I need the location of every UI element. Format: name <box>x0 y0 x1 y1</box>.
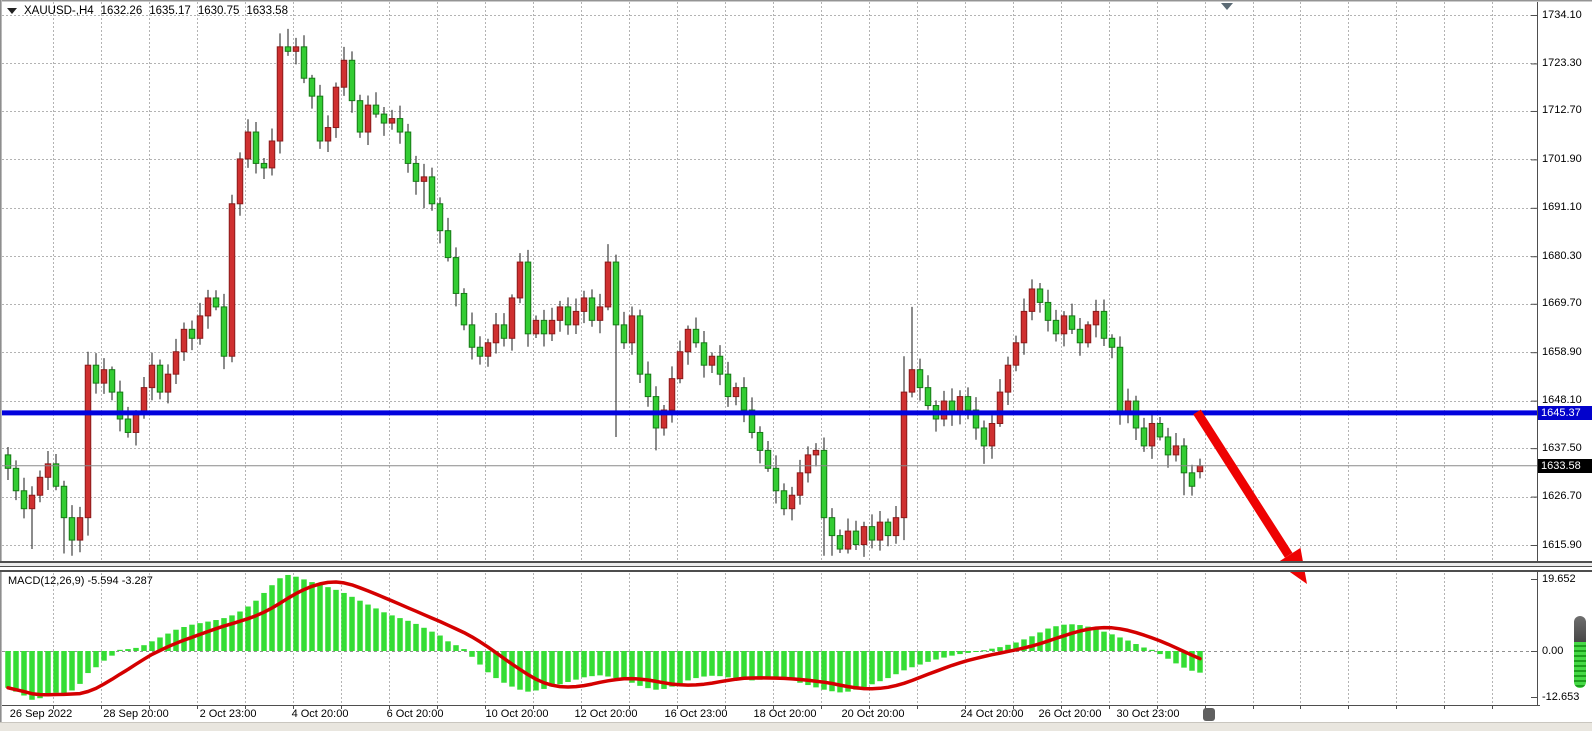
macd-axis-label: 19.652 <box>1542 573 1576 586</box>
price-axis-label: 1658.90 <box>1542 346 1582 359</box>
low-value: 1630.75 <box>198 5 240 17</box>
date-axis-label: 6 Oct 20:00 <box>370 708 460 721</box>
price-axis-label: 1723.30 <box>1542 57 1582 70</box>
date-axis-label: 24 Oct 20:00 <box>947 708 1037 721</box>
price-axis-label: 1637.50 <box>1542 442 1582 455</box>
current-price-tag: 1633.58 <box>1538 459 1592 473</box>
date-axis-label: 4 Oct 20:00 <box>275 708 365 721</box>
symbol-timeframe-label: XAUUSD-,H4 <box>24 5 94 17</box>
date-axis-label: 26 Oct 20:00 <box>1025 708 1115 721</box>
price-axis-label: 1712.70 <box>1542 104 1582 117</box>
price-axis-label: 1680.30 <box>1542 250 1582 263</box>
date-axis-label: 30 Oct 23:00 <box>1103 708 1193 721</box>
scrollbar-thumb-cap <box>1574 616 1586 642</box>
panel-splitter[interactable] <box>0 561 1592 572</box>
open-value: 1632.26 <box>101 5 143 17</box>
price-axis-label: 1669.70 <box>1542 297 1582 310</box>
window-top-edge <box>0 0 1592 2</box>
window-left-edge <box>0 0 2 722</box>
price-axis-label: 1626.70 <box>1542 490 1582 503</box>
high-value: 1635.17 <box>149 5 191 17</box>
horizontal-scrollbar-thumb[interactable] <box>1203 708 1215 721</box>
macd-indicator-label: MACD(12,26,9) -5.594 -3.287 <box>8 575 153 587</box>
close-value: 1633.58 <box>246 5 288 17</box>
date-axis-label: 28 Sep 20:00 <box>91 708 181 721</box>
date-axis-label: 10 Oct 20:00 <box>472 708 562 721</box>
symbol-dropdown-icon <box>7 8 17 14</box>
price-axis-label: 1615.90 <box>1542 539 1582 552</box>
macd-axis-label: 0.00 <box>1542 645 1563 658</box>
date-axis-label: 12 Oct 20:00 <box>561 708 651 721</box>
price-axis-label: 1701.90 <box>1542 153 1582 166</box>
hline-price-tag: 1645.37 <box>1538 406 1592 420</box>
scrollbar-thumb-grip <box>1574 642 1586 688</box>
date-axis-label: 20 Oct 20:00 <box>828 708 918 721</box>
panel-splitter-groove <box>0 566 1592 572</box>
vertical-scrollbar-thumb[interactable] <box>1574 616 1586 688</box>
price-axis-label: 1691.10 <box>1542 201 1582 214</box>
macd-axis-label: -12.653 <box>1542 691 1579 704</box>
chart-shift-marker[interactable] <box>1221 3 1233 10</box>
chart-window: XAUUSD-,H4 1632.26 1635.17 1630.75 1633.… <box>0 0 1592 730</box>
date-axis-label: 26 Sep 2022 <box>0 708 86 721</box>
date-axis-label: 2 Oct 23:00 <box>183 708 273 721</box>
date-axis-label: 16 Oct 23:00 <box>651 708 741 721</box>
date-axis-label: 18 Oct 20:00 <box>740 708 830 721</box>
price-axis-label: 1734.10 <box>1542 9 1582 22</box>
chart-info-bar: XAUUSD-,H4 1632.26 1635.17 1630.75 1633.… <box>7 5 288 17</box>
chart-canvas <box>0 0 1592 730</box>
